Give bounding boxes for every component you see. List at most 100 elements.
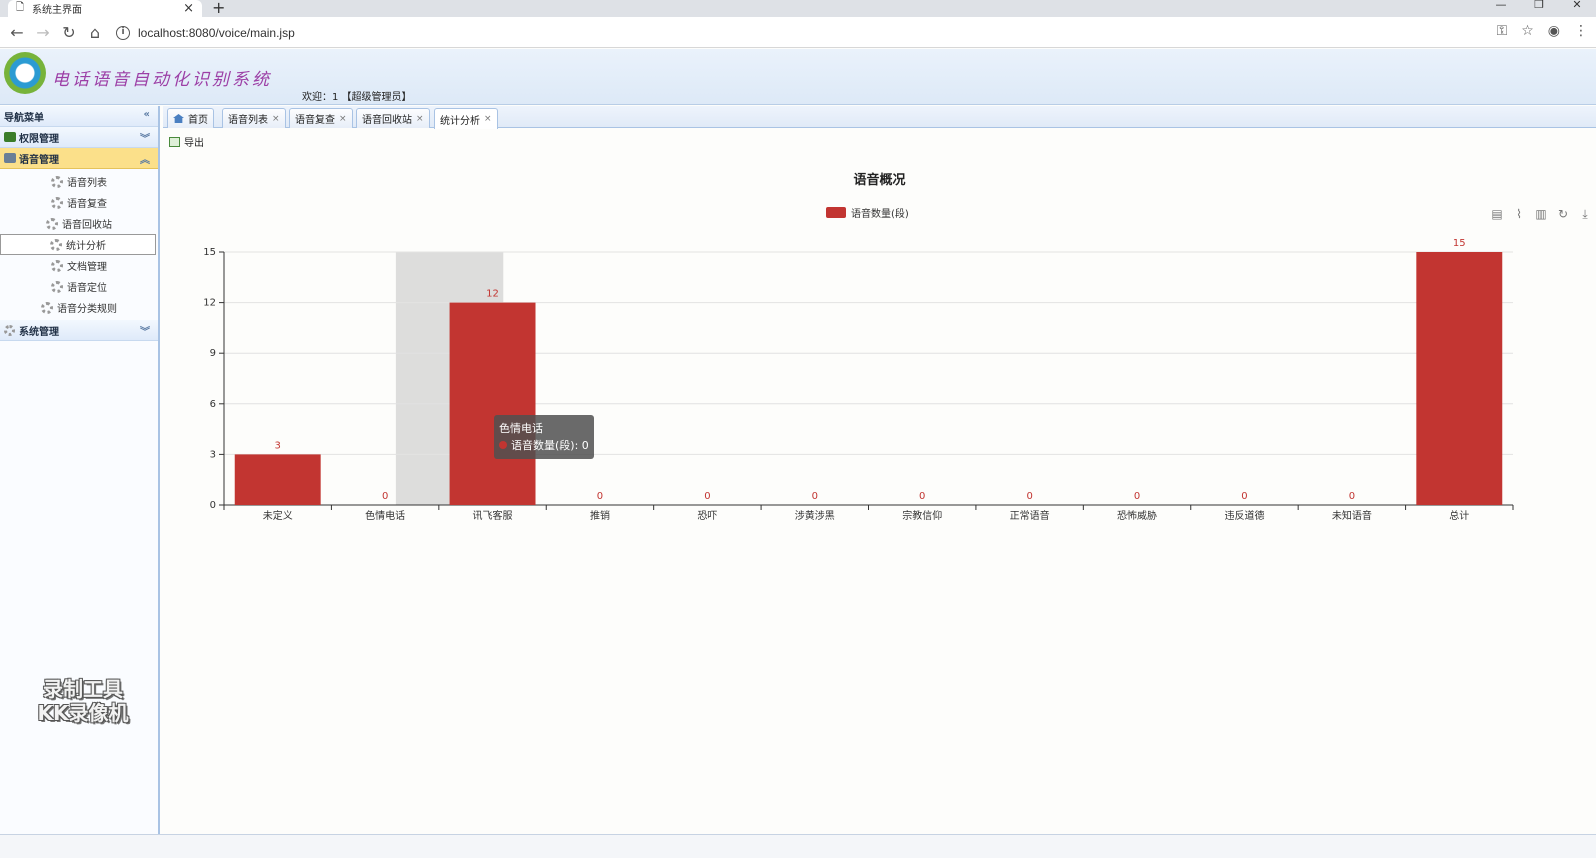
browser-tab-title: 系统主界面 [32,5,83,16]
y-tick-label: 0 [210,500,216,511]
gear-icon [51,259,63,272]
x-tick-label: 色情电话 [365,509,405,522]
sidebar-header[interactable]: 导航菜单 « [0,106,158,127]
bar-value-label: 0 [1349,491,1355,502]
tab-voice-list[interactable]: 语音列表 × [222,108,286,128]
x-tick-label: 未定义 [263,509,293,522]
home-icon[interactable]: ⌂ [82,23,108,42]
x-tick-label: 正常语音 [1010,509,1050,522]
chevron-down-icon: ︾ [140,134,150,145]
y-tick-label: 3 [210,449,216,460]
close-icon[interactable]: × [339,114,347,124]
close-tab-icon[interactable]: × [183,1,194,16]
x-tick-label: 未知语音 [1332,509,1372,522]
sidebar-item-label: 语音分类规则 [57,304,117,315]
sidebar-group-label: 系统管理 [19,326,59,338]
x-tick-label: 讯飞客服 [473,509,513,522]
collapse-sidebar-icon[interactable]: « [144,109,150,120]
bar-chart-icon[interactable]: ▥ [1534,207,1548,221]
bar-value-label: 0 [1134,491,1140,502]
tab-statistics[interactable]: 统计分析 × [434,108,498,129]
voice-submenu: 语音列表 语音复查 语音回收站 统计分析 文档管理 语音定位 语音分类规则 [0,169,158,320]
key-icon[interactable]: ⚿ [1497,23,1508,39]
bar-value-label: 15 [1453,238,1466,249]
export-label: 导出 [184,138,204,149]
forward-icon[interactable]: → [30,23,56,42]
legend-swatch [826,207,846,218]
close-icon[interactable]: × [272,114,280,124]
chart-toolbox: ▤ ⌇ ▥ ↻ ⤓ [1490,207,1592,221]
bar-value-label: 0 [1241,491,1247,502]
sidebar-item-recycle-bin[interactable]: 语音回收站 [0,213,158,234]
sidebar-group-label: 语音管理 [19,154,59,166]
tab-label: 首页 [188,115,208,126]
sidebar-item-voice-locate[interactable]: 语音定位 [0,276,158,297]
export-button[interactable]: 导出 [169,134,204,149]
line-chart-icon[interactable]: ⌇ [1512,207,1526,221]
close-icon[interactable]: × [484,114,492,124]
bar-value-label: 0 [704,491,710,502]
welcome-text: 欢迎：1 【超级管理员】 [302,92,412,103]
sidebar-item-documents[interactable]: 文档管理 [0,255,158,276]
tooltip-row: 语音数量(段): 0 [499,437,589,454]
star-icon[interactable]: ☆ [1521,23,1534,39]
sidebar-group-voice[interactable]: 语音管理 ︽ [0,148,158,169]
x-tick-label: 恐怖威胁 [1117,509,1157,522]
permissions-icon [4,132,16,142]
watermark-line: 录制工具 [43,677,123,701]
gear-icon [4,324,15,336]
info-icon[interactable]: i [116,25,130,40]
bar-value-label: 0 [382,491,388,502]
tab-label: 统计分析 [440,115,480,127]
tab-recycle-bin[interactable]: 语音回收站 × [356,108,430,128]
address-bar[interactable]: i localhost:8080/voice/main.jsp [116,21,1506,44]
app-title: 电话语音自动化识别系统 [52,70,272,90]
y-tick-label: 15 [203,247,216,258]
x-tick-label: 违反道德 [1224,509,1264,522]
chart-title: 语音概况 [853,173,906,188]
sidebar-item-classify-rules[interactable]: 语音分类规则 [0,297,158,318]
sidebar-group-permissions[interactable]: 权限管理 ︾ [0,127,158,148]
sidebar-item-voice-list[interactable]: 语音列表 [0,171,158,192]
gear-icon [51,196,63,209]
new-tab-icon[interactable]: + [212,0,225,17]
y-tick-label: 12 [203,298,216,309]
sidebar-item-label: 语音定位 [67,283,107,294]
x-tick-label: 总计 [1449,509,1469,522]
legend-label: 语音数量(段) [851,209,909,220]
tab-home[interactable]: 首页 [167,108,214,128]
tab-label: 语音回收站 [362,115,412,126]
bar-value-label: 12 [486,289,499,300]
logo-icon [4,52,46,94]
download-icon[interactable]: ⤓ [1578,207,1592,221]
sidebar-group-system[interactable]: 系统管理 ︾ [0,320,158,341]
bar-value-label: 0 [919,491,925,502]
chevron-down-icon: ︾ [140,327,150,338]
close-icon[interactable]: × [416,114,424,124]
footer [0,834,1596,858]
minimize-icon[interactable]: — [1482,0,1520,10]
bar [449,302,536,505]
content-tabbar: 首页 语音列表 × 语音复查 × 语音回收站 × 统计分析 × [163,106,1596,129]
url-text[interactable]: localhost:8080/voice/main.jsp [138,26,295,40]
restore-icon[interactable]: ❐ [1520,0,1558,10]
restore-icon[interactable]: ↻ [1556,207,1570,221]
voice-management-icon [4,153,16,163]
recorder-watermark: 录制工具 KK录像机 [26,677,140,725]
reload-icon[interactable]: ↻ [56,23,82,42]
browser-tab[interactable]: 🗋 系统主界面 × [8,0,202,17]
sidebar-item-statistics[interactable]: 统计分析 [0,234,156,255]
sidebar-item-voice-review[interactable]: 语音复查 [0,192,158,213]
tab-voice-review[interactable]: 语音复查 × [289,108,353,128]
account-icon[interactable]: ◉ [1548,23,1560,39]
menu-icon[interactable]: ⋮ [1574,23,1588,39]
chart-legend[interactable]: 语音数量(段) [826,205,909,220]
back-icon[interactable]: ← [4,23,30,42]
window-controls: — ❐ ✕ [1482,0,1596,10]
data-view-icon[interactable]: ▤ [1490,207,1504,221]
sidebar-item-label: 文档管理 [67,262,107,273]
chart-tooltip: 色情电话 语音数量(段): 0 [494,415,594,459]
page-icon: 🗋 [16,2,25,13]
close-window-icon[interactable]: ✕ [1558,0,1596,10]
tooltip-dot [499,441,507,449]
